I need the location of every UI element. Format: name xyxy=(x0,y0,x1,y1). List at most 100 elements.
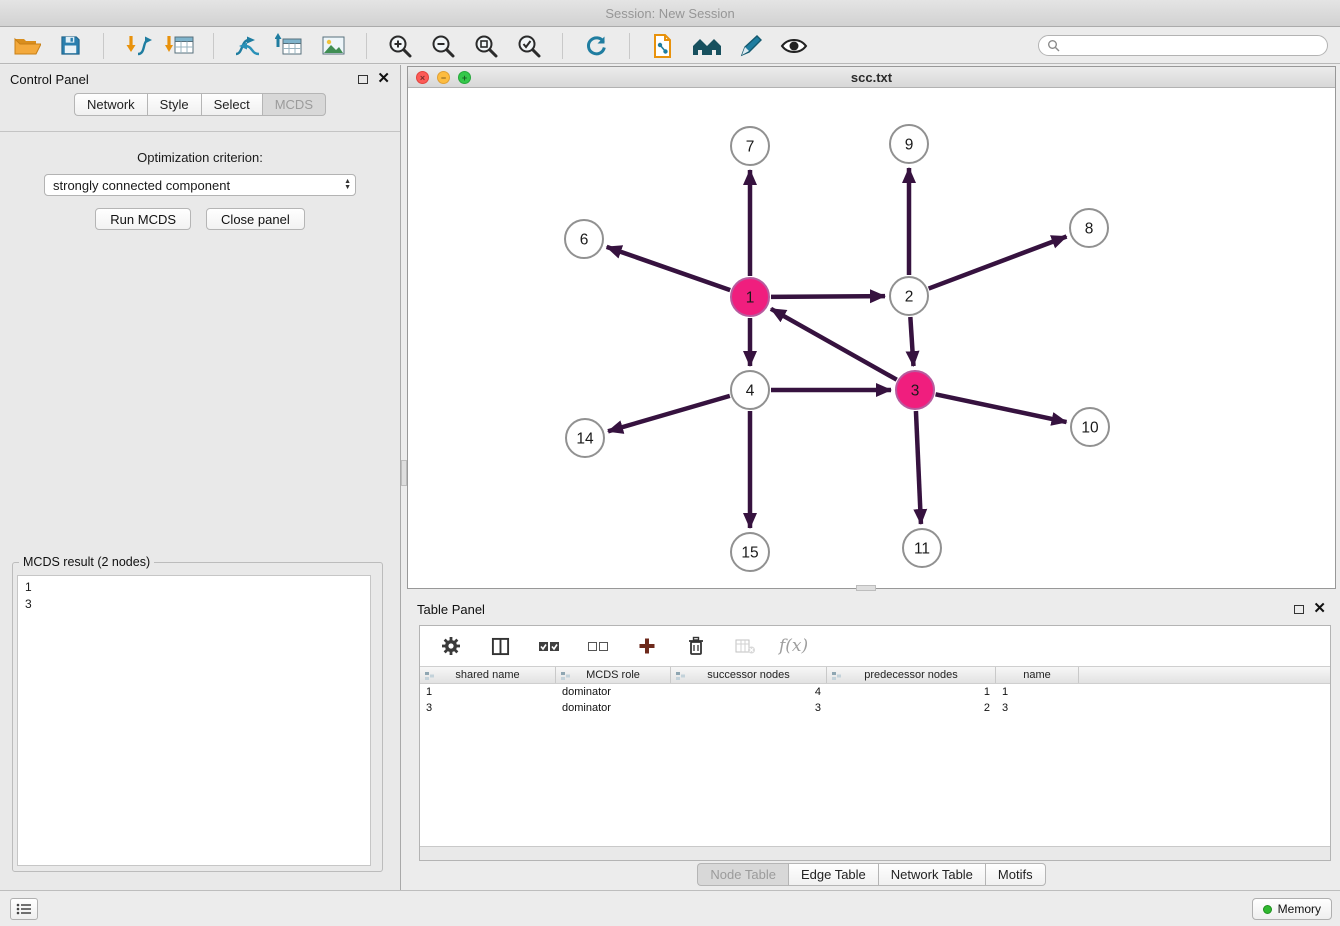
delete-column-button[interactable] xyxy=(681,631,711,661)
import-table-button[interactable] xyxy=(165,31,195,61)
graph-edge-3-11[interactable] xyxy=(916,411,921,524)
tab-edge-table[interactable]: Edge Table xyxy=(788,863,878,886)
table-splitter-handle[interactable] xyxy=(856,585,876,591)
search-icon xyxy=(1047,39,1060,52)
network-window-title: scc.txt xyxy=(851,70,892,85)
graph-node-8[interactable]: 8 xyxy=(1070,209,1108,247)
select-all-rows-button[interactable] xyxy=(534,631,564,661)
optimization-criterion-select[interactable]: strongly connected component ▲▼ xyxy=(44,174,356,196)
horizontal-scrollbar[interactable] xyxy=(420,846,1330,860)
open-session-button[interactable] xyxy=(12,31,42,61)
svg-text:2: 2 xyxy=(905,289,914,306)
zoom-fit-button[interactable] xyxy=(471,31,501,61)
graph-node-7[interactable]: 7 xyxy=(731,127,769,165)
cell-successor-nodes[interactable]: 4 xyxy=(671,684,827,700)
table-settings-button[interactable] xyxy=(436,631,466,661)
close-panel-button[interactable]: Close panel xyxy=(206,208,305,230)
graph-node-3[interactable]: 3 xyxy=(896,371,934,409)
svg-text:7: 7 xyxy=(746,139,755,156)
network-canvas[interactable]: 7 9 6 8 1 2 4 3 14 10 15 11 xyxy=(408,88,1335,588)
column-type-icon xyxy=(831,671,842,681)
tab-style[interactable]: Style xyxy=(147,93,201,116)
close-panel-icon[interactable]: ✕ xyxy=(377,74,390,84)
column-header-shared-name[interactable]: shared name xyxy=(420,667,556,683)
tab-motifs[interactable]: Motifs xyxy=(985,863,1046,886)
import-network-button[interactable] xyxy=(122,31,152,61)
graph-node-1[interactable]: 1 xyxy=(731,278,769,316)
export-table-button[interactable] xyxy=(275,31,305,61)
task-history-button[interactable] xyxy=(10,898,38,920)
import-table-icon xyxy=(165,33,195,59)
graph-node-14[interactable]: 14 xyxy=(566,419,604,457)
cell-shared-name[interactable]: 1 xyxy=(420,684,556,700)
float-window-icon[interactable] xyxy=(358,75,368,84)
cell-mcds-role[interactable]: dominator xyxy=(556,700,671,716)
graph-edge-1-6[interactable] xyxy=(607,247,731,290)
export-network-button[interactable] xyxy=(232,31,262,61)
tab-select[interactable]: Select xyxy=(201,93,262,116)
graph-edge-3-10[interactable] xyxy=(936,394,1067,422)
cell-predecessor-nodes[interactable]: 1 xyxy=(827,684,996,700)
tab-node-table[interactable]: Node Table xyxy=(697,863,788,886)
graph-edge-2-3[interactable] xyxy=(910,317,913,366)
graph-node-10[interactable]: 10 xyxy=(1071,408,1109,446)
cell-shared-name[interactable]: 3 xyxy=(420,700,556,716)
export-image-button[interactable] xyxy=(318,31,348,61)
show-all-networks-button[interactable] xyxy=(691,31,723,61)
add-column-button[interactable] xyxy=(632,631,662,661)
graph-node-6[interactable]: 6 xyxy=(565,220,603,258)
node-table-content: f(x) shared name MCDS role successor nod… xyxy=(419,625,1331,861)
zoom-selected-button[interactable] xyxy=(514,31,544,61)
column-header-name[interactable]: name xyxy=(996,667,1079,683)
refresh-layout-button[interactable] xyxy=(581,31,611,61)
apply-style-button[interactable] xyxy=(736,31,766,61)
close-window-icon[interactable]: × xyxy=(416,71,429,84)
mcds-result-textarea[interactable]: 1 3 xyxy=(17,575,371,866)
tab-mcds[interactable]: MCDS xyxy=(262,93,326,116)
close-panel-icon[interactable]: ✕ xyxy=(1313,604,1326,614)
cell-name[interactable]: 1 xyxy=(996,684,1079,700)
cell-mcds-role[interactable]: dominator xyxy=(556,684,671,700)
function-builder-button[interactable]: f(x) xyxy=(779,636,808,656)
first-neighbors-button[interactable] xyxy=(648,31,678,61)
graph-edge-3-1[interactable] xyxy=(771,309,897,380)
float-window-icon[interactable] xyxy=(1294,605,1304,614)
maximize-window-icon[interactable]: + xyxy=(458,71,471,84)
show-hide-button[interactable] xyxy=(779,31,809,61)
delete-table-button[interactable] xyxy=(730,631,760,661)
memory-button[interactable]: Memory xyxy=(1252,898,1332,920)
graph-node-11[interactable]: 11 xyxy=(903,529,941,567)
mcds-result-group: MCDS result (2 nodes) 1 3 xyxy=(12,562,383,872)
unchecked-boxes-icon xyxy=(587,638,609,654)
show-columns-button[interactable] xyxy=(485,631,515,661)
result-line: 3 xyxy=(25,596,363,613)
graph-edge-2-8[interactable] xyxy=(929,236,1067,288)
column-header-predecessor-nodes[interactable]: predecessor nodes xyxy=(827,667,996,683)
cell-name[interactable]: 3 xyxy=(996,700,1079,716)
graph-node-4[interactable]: 4 xyxy=(731,371,769,409)
tab-network[interactable]: Network xyxy=(74,93,147,116)
plus-icon xyxy=(638,637,656,655)
cell-predecessor-nodes[interactable]: 2 xyxy=(827,700,996,716)
tab-network-table[interactable]: Network Table xyxy=(878,863,985,886)
graph-edge-1-2[interactable] xyxy=(771,296,885,297)
deselect-all-rows-button[interactable] xyxy=(583,631,613,661)
save-session-button[interactable] xyxy=(55,31,85,61)
graph-node-2[interactable]: 2 xyxy=(890,277,928,315)
column-header-mcds-role[interactable]: MCDS role xyxy=(556,667,671,683)
zoom-out-button[interactable] xyxy=(428,31,458,61)
search-box xyxy=(1038,35,1328,56)
graph-node-15[interactable]: 15 xyxy=(731,533,769,571)
run-mcds-button[interactable]: Run MCDS xyxy=(95,208,191,230)
export-image-icon xyxy=(319,34,347,58)
search-input[interactable] xyxy=(1066,38,1319,54)
graph-edge-4-14[interactable] xyxy=(608,396,730,431)
zoom-fit-icon xyxy=(473,33,499,59)
panel-splitter-handle[interactable] xyxy=(401,460,407,486)
graph-node-9[interactable]: 9 xyxy=(890,125,928,163)
minimize-window-icon[interactable]: − xyxy=(437,71,450,84)
eye-icon xyxy=(779,35,809,57)
column-header-successor-nodes[interactable]: successor nodes xyxy=(671,667,827,683)
cell-successor-nodes[interactable]: 3 xyxy=(671,700,827,716)
zoom-in-button[interactable] xyxy=(385,31,415,61)
